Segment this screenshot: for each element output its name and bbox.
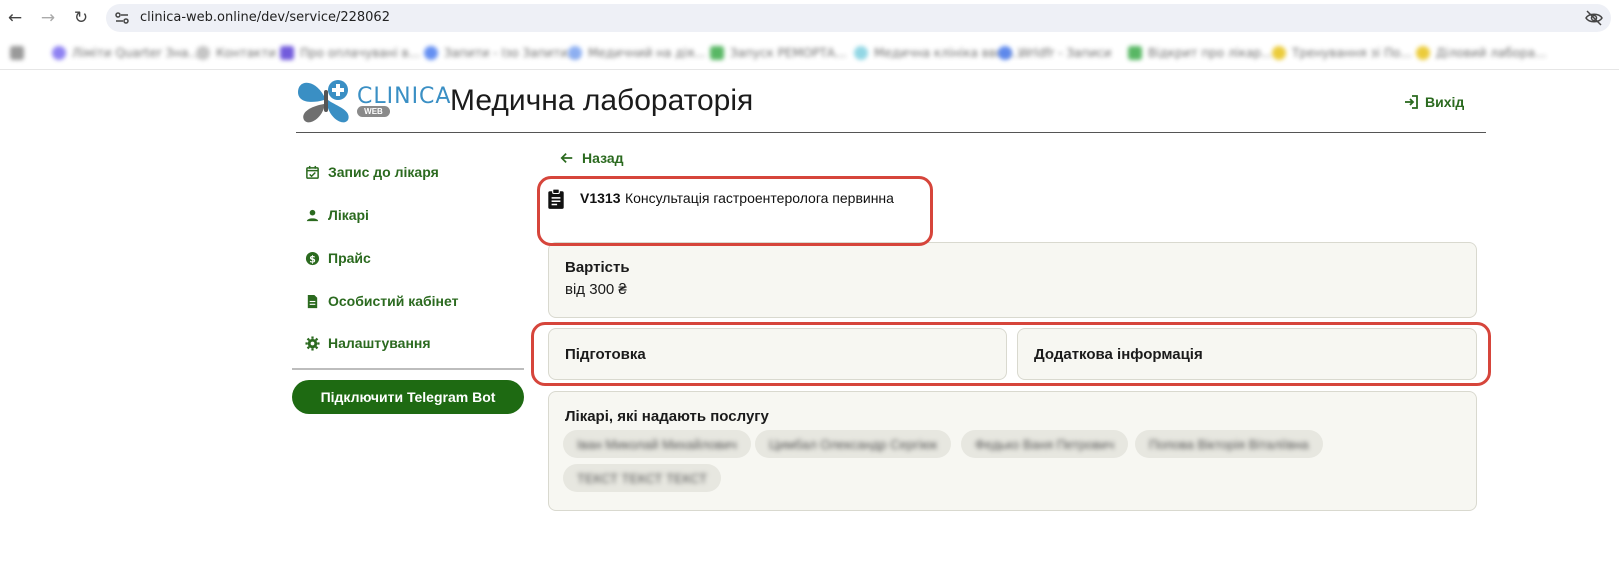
dollar-circle-icon: $ bbox=[304, 250, 320, 266]
doctor-chip[interactable]: Іван Миколай Михайлович bbox=[563, 430, 751, 458]
sidebar-item-doctors[interactable]: Лікарі bbox=[304, 207, 369, 223]
doctors-card: Лікарі, які надають послугу Іван Миколай… bbox=[548, 391, 1477, 511]
highlight-frame-service bbox=[537, 176, 933, 246]
svg-text:$: $ bbox=[309, 254, 316, 265]
bookmark-item[interactable]: Діловий лабора... bbox=[1416, 45, 1546, 61]
sidebar-item-label: Прайс bbox=[328, 250, 371, 266]
logout-button[interactable]: Вихід bbox=[1403, 94, 1464, 110]
bookmarks-bar: Ліміти Quarter Зна... Контакти Про оплач… bbox=[0, 36, 1619, 70]
sidebar-divider bbox=[292, 368, 524, 370]
doctors-title: Лікарі, які надають послугу bbox=[565, 408, 769, 425]
document-icon bbox=[304, 293, 320, 309]
sidebar-item-label: Особистий кабінет bbox=[328, 293, 459, 309]
url-text[interactable]: clinica-web.online/dev/service/228062 bbox=[140, 10, 390, 25]
page-title: Медична лабораторія bbox=[450, 84, 754, 117]
sidebar-item-label: Лікарі bbox=[328, 207, 369, 223]
doctor-chip[interactable]: Федько Ваня Петрович bbox=[961, 430, 1129, 458]
bookmark-item[interactable]: Wrldfr - Записи bbox=[998, 45, 1111, 61]
bookmark-item[interactable]: Ліміти Quarter Зна... bbox=[52, 45, 200, 61]
bookmark-item[interactable]: Запуск РЕМОРТА... bbox=[710, 45, 847, 61]
eye-off-icon[interactable] bbox=[1585, 10, 1603, 26]
bookmark-item[interactable]: Відкрит про лікар... bbox=[1128, 45, 1273, 61]
clinica-logo-icon[interactable] bbox=[296, 76, 356, 124]
sidebar-item-label: Налаштування bbox=[328, 335, 431, 351]
back-link[interactable]: Назад bbox=[560, 150, 624, 166]
sidebar-item-account[interactable]: Особистий кабінет bbox=[304, 293, 458, 309]
sidebar-item-settings[interactable]: Налаштування bbox=[304, 335, 431, 351]
sidebar-item-price[interactable]: $ Прайс bbox=[304, 250, 371, 266]
price-title: Вартість bbox=[565, 259, 630, 276]
browser-toolbar: ← → ↻ clinica-web.online/dev/service/228… bbox=[0, 0, 1619, 36]
doctor-chip[interactable]: ТЕКСТ ТЕКСТ ТЕКСТ bbox=[563, 464, 722, 492]
sidebar-item-label: Запис до лікаря bbox=[328, 164, 439, 180]
login-arrow-icon bbox=[1405, 95, 1418, 109]
calendar-check-icon bbox=[304, 164, 320, 180]
doctor-chip[interactable]: Цимбал Олександр Сергіюк bbox=[755, 430, 952, 458]
back-arrow-icon[interactable]: ← bbox=[4, 7, 26, 29]
person-icon bbox=[304, 207, 320, 223]
bookmark-item[interactable]: Медичний на дія... bbox=[568, 45, 706, 61]
address-bar[interactable]: clinica-web.online/dev/service/228062 bbox=[106, 4, 1611, 32]
logout-label: Вихід bbox=[1425, 94, 1465, 110]
back-label: Назад bbox=[582, 150, 624, 166]
arrow-left-icon bbox=[560, 153, 573, 163]
sidebar-item-appointment[interactable]: Запис до лікаря bbox=[304, 164, 439, 180]
gear-icon bbox=[304, 335, 320, 351]
bookmark-item[interactable]: Про оплачувані в... bbox=[280, 45, 420, 61]
apps-icon[interactable] bbox=[10, 45, 24, 61]
header-divider bbox=[296, 132, 1486, 133]
connect-telegram-button[interactable]: Підключити Telegram Bot bbox=[292, 380, 524, 414]
doctor-chip[interactable]: Попова Вікторія Віталіївна bbox=[1135, 430, 1323, 458]
price-card: Вартість від 300 ₴ bbox=[548, 242, 1477, 318]
price-value: від 300 ₴ bbox=[565, 281, 627, 298]
bookmark-item[interactable]: Контакти bbox=[196, 45, 276, 61]
logo-badge: WEB bbox=[357, 106, 390, 117]
highlight-frame-info bbox=[531, 322, 1491, 386]
bookmark-item[interactable]: Тренування зі По... bbox=[1272, 45, 1412, 61]
bookmark-item[interactable]: Запити - Ізо Запити... bbox=[424, 45, 579, 61]
site-settings-icon[interactable] bbox=[114, 10, 130, 26]
reload-icon[interactable]: ↻ bbox=[70, 7, 92, 29]
forward-arrow-icon[interactable]: → bbox=[37, 7, 59, 29]
